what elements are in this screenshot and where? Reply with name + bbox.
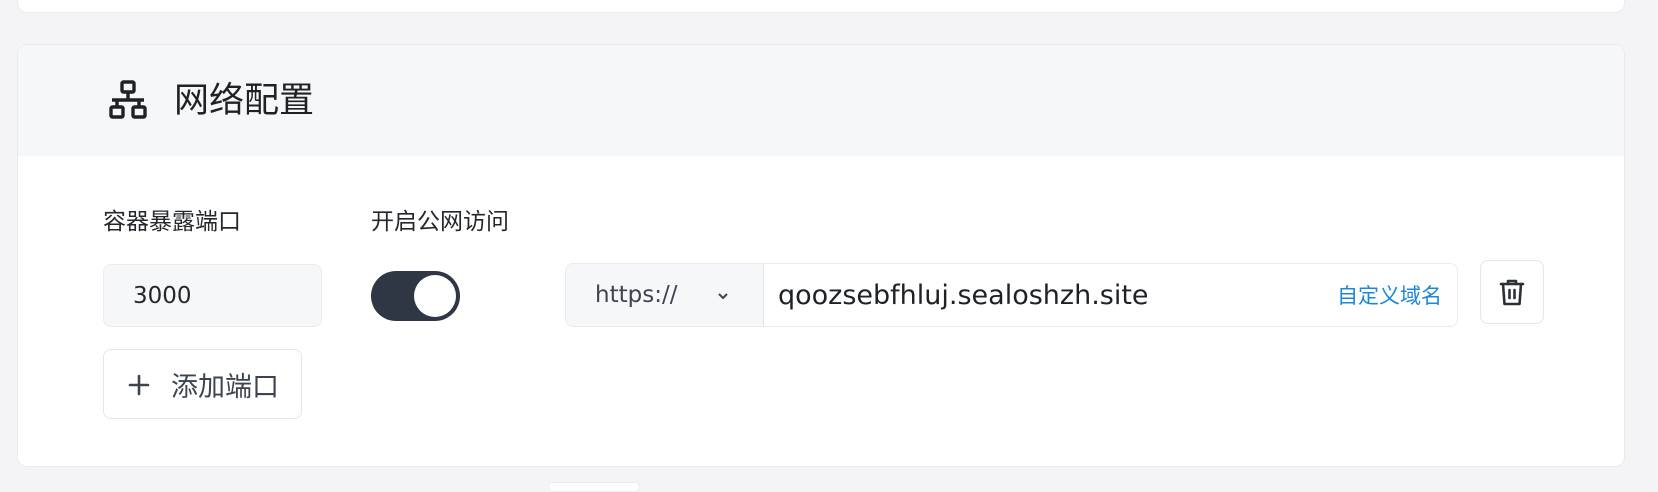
next-section-edge bbox=[548, 482, 640, 492]
section-header: 网络配置 bbox=[18, 45, 1624, 156]
network-icon bbox=[109, 80, 147, 119]
add-port-label: 添加端口 bbox=[171, 371, 279, 403]
network-config-card: 网络配置 容器暴露端口 开启公网访问 3000 https:// qoozseb… bbox=[17, 44, 1625, 467]
delete-port-button[interactable] bbox=[1480, 260, 1544, 324]
port-field-label: 容器暴露端口 bbox=[103, 209, 241, 235]
port-input[interactable]: 3000 bbox=[103, 264, 322, 327]
add-port-button[interactable]: 添加端口 bbox=[103, 349, 302, 419]
domain-text: qoozsebfhluj.sealoshzh.site bbox=[778, 279, 1149, 311]
toggle-knob bbox=[414, 275, 456, 317]
chevron-down-icon bbox=[718, 293, 728, 300]
custom-domain-link[interactable]: 自定义域名 bbox=[1337, 264, 1442, 326]
plus-icon bbox=[128, 374, 150, 396]
public-access-label: 开启公网访问 bbox=[371, 209, 509, 235]
protocol-select[interactable]: https:// bbox=[566, 264, 764, 326]
trash-icon bbox=[1499, 279, 1525, 306]
public-url-group: https:// qoozsebfhluj.sealoshzh.site 自定义… bbox=[565, 263, 1458, 327]
protocol-value: https:// bbox=[595, 282, 678, 308]
previous-section-card bbox=[17, 0, 1625, 13]
section-title: 网络配置 bbox=[174, 81, 315, 121]
public-access-toggle[interactable] bbox=[371, 271, 460, 321]
